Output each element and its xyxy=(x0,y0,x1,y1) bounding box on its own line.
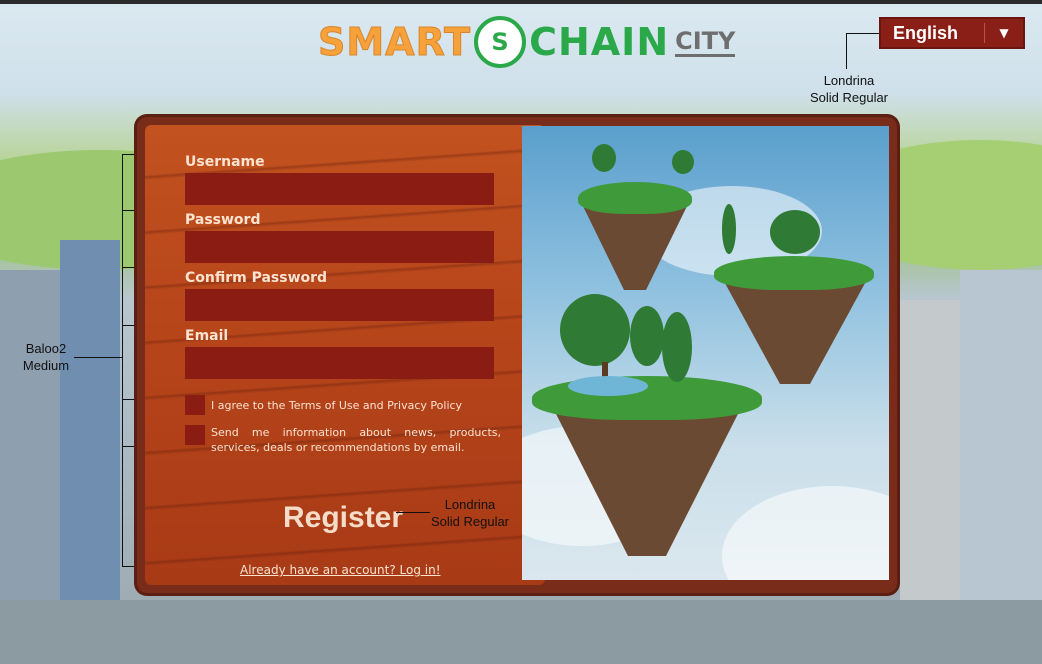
annotation-line xyxy=(846,33,847,69)
logo-city-text: CITY xyxy=(675,26,736,57)
terms-row: I agree to the Terms of Use and Privacy … xyxy=(185,395,505,415)
terms-text: I agree to the Terms of Use and Privacy … xyxy=(211,399,463,412)
register-font-annotation: Londrina Solid Regular xyxy=(430,497,510,529)
logo-chain-text: CHAIN xyxy=(529,20,670,64)
floating-islands-illustration xyxy=(522,126,889,580)
password-input[interactable] xyxy=(185,231,494,263)
email-label: Email xyxy=(185,328,229,344)
annotation-line xyxy=(74,357,122,358)
username-input[interactable] xyxy=(185,173,494,205)
login-link[interactable]: Already have an account? Log in! xyxy=(240,563,441,577)
smart-chain-city-logo: SMART S CHAIN CITY xyxy=(317,16,736,68)
terms-checkbox[interactable] xyxy=(185,395,205,415)
chevron-down-icon[interactable]: ▼ xyxy=(985,26,1023,40)
username-label: Username xyxy=(185,154,265,170)
language-selected-value: English xyxy=(893,22,959,43)
annotation-bracket xyxy=(122,154,123,566)
register-button[interactable]: Register xyxy=(283,501,403,535)
lang-font-annotation: Londrina Solid Regular xyxy=(809,73,889,105)
email-input[interactable] xyxy=(185,347,494,379)
coin-icon: S xyxy=(474,16,527,68)
top-bar xyxy=(0,0,1042,4)
newsletter-row: Send me information about news, products… xyxy=(185,425,505,455)
logo-smart-text: SMART xyxy=(317,20,472,65)
form-font-annotation: Baloo2 Medium xyxy=(22,341,70,373)
confirm-password-input[interactable] xyxy=(185,289,494,321)
password-label: Password xyxy=(185,212,261,228)
confirm-password-label: Confirm Password xyxy=(185,270,328,286)
register-form: Username Password Confirm Password Email… xyxy=(185,151,505,455)
newsletter-text: Send me information about news, products… xyxy=(211,426,501,454)
newsletter-checkbox[interactable] xyxy=(185,425,205,445)
language-select[interactable]: English ▼ xyxy=(879,17,1025,49)
annotation-line xyxy=(846,33,879,34)
